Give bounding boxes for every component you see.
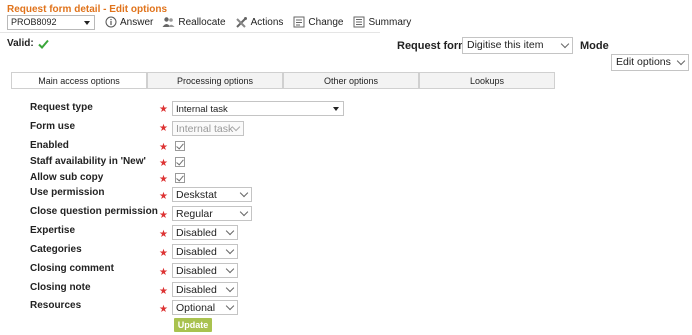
form-use-label: Form use <box>30 121 76 132</box>
required-marker: ★ <box>159 248 168 259</box>
required-marker: ★ <box>159 229 168 240</box>
categories-label: Categories <box>30 244 82 255</box>
expertise-value: Disabled <box>176 227 217 239</box>
summary-label: Summary <box>368 16 412 28</box>
required-marker: ★ <box>159 174 168 185</box>
chevron-down-icon <box>225 301 235 311</box>
staff-availability-label: Staff availability in 'New' <box>30 156 146 167</box>
close-question-permission-value: Regular <box>176 208 213 220</box>
closing-comment-select[interactable]: Disabled <box>172 263 238 278</box>
users-icon <box>162 16 175 29</box>
check-icon <box>37 39 49 49</box>
request-form-select[interactable]: Digitise this item <box>462 37 573 54</box>
request-form-value: Digitise this item <box>467 39 544 51</box>
use-permission-select[interactable]: Deskstat <box>172 187 252 202</box>
closing-comment-value: Disabled <box>176 265 217 277</box>
chevron-down-icon <box>239 188 249 198</box>
mode-label: Mode <box>580 40 609 52</box>
required-marker: ★ <box>159 210 168 221</box>
toolbar: PROB8092 Answer Reallocate Actions Chang… <box>7 14 411 30</box>
record-select[interactable]: PROB8092 <box>7 14 95 30</box>
required-marker: ★ <box>159 267 168 278</box>
staff-availability-checkbox[interactable] <box>175 157 185 167</box>
allow-sub-copy-checkbox[interactable] <box>175 173 185 183</box>
required-marker: ★ <box>159 123 168 134</box>
required-marker: ★ <box>159 142 168 153</box>
chevron-down-icon <box>225 264 235 274</box>
use-permission-value: Deskstat <box>176 189 217 201</box>
required-marker: ★ <box>159 104 168 115</box>
chevron-down-icon <box>225 245 235 255</box>
update-button[interactable]: Update <box>174 318 212 332</box>
close-question-permission-label: Close question permission <box>30 206 158 217</box>
expertise-select[interactable]: Disabled <box>172 225 238 240</box>
header-divider <box>0 32 380 33</box>
tab-bar: Main access options Processing options O… <box>11 72 555 89</box>
tab-underline <box>11 88 555 89</box>
required-marker: ★ <box>159 191 168 202</box>
valid-label: Valid: <box>7 38 34 49</box>
form-use-select[interactable]: Internal task <box>172 121 244 136</box>
tools-icon <box>235 16 248 29</box>
closing-note-value: Disabled <box>176 284 217 296</box>
request-type-label: Request type <box>30 102 93 113</box>
resources-value: Optional <box>176 302 216 314</box>
reallocate-label: Reallocate <box>178 16 226 28</box>
actions-label: Actions <box>250 16 284 28</box>
list-icon <box>352 16 365 29</box>
resources-select[interactable]: Optional <box>172 300 238 315</box>
categories-select[interactable]: Disabled <box>172 244 238 259</box>
info-icon <box>104 16 117 29</box>
enabled-checkbox[interactable] <box>175 141 185 151</box>
form-use-value: Internal task <box>176 123 234 135</box>
required-marker: ★ <box>159 304 168 315</box>
answer-button[interactable]: Answer <box>104 16 153 29</box>
change-button[interactable]: Change <box>292 16 343 29</box>
chevron-down-icon <box>225 226 235 236</box>
tab-main-access-options[interactable]: Main access options <box>11 72 147 89</box>
closing-note-select[interactable]: Disabled <box>172 282 238 297</box>
reallocate-button[interactable]: Reallocate <box>162 16 226 29</box>
actions-button[interactable]: Actions <box>235 16 284 29</box>
enabled-label: Enabled <box>30 140 69 151</box>
mode-select[interactable]: Edit options <box>611 54 689 71</box>
close-question-permission-select[interactable]: Regular <box>172 206 252 221</box>
required-marker: ★ <box>159 158 168 169</box>
allow-sub-copy-label: Allow sub copy <box>30 172 104 183</box>
chevron-down-icon <box>239 207 249 217</box>
closing-comment-label: Closing comment <box>30 263 114 274</box>
change-label: Change <box>308 16 344 28</box>
caret-down-icon <box>333 107 339 111</box>
tab-processing-options[interactable]: Processing options <box>147 72 283 89</box>
closing-note-label: Closing note <box>30 282 91 293</box>
request-type-value: Internal task <box>176 104 228 115</box>
edit-icon <box>292 16 305 29</box>
answer-label: Answer <box>120 16 154 28</box>
request-type-select[interactable]: Internal task <box>172 101 344 116</box>
request-form-label: Request form <box>397 40 468 52</box>
record-id: PROB8092 <box>11 16 57 27</box>
use-permission-label: Use permission <box>30 187 105 198</box>
chevron-down-icon <box>225 283 235 293</box>
valid-status: Valid: <box>7 38 49 49</box>
required-marker: ★ <box>159 286 168 297</box>
caret-down-icon <box>84 20 90 25</box>
categories-value: Disabled <box>176 246 217 258</box>
tab-other-options[interactable]: Other options <box>283 72 419 89</box>
resources-label: Resources <box>30 300 82 311</box>
mode-value: Edit options <box>616 56 671 68</box>
summary-button[interactable]: Summary <box>352 16 411 29</box>
chevron-down-icon <box>676 56 686 66</box>
expertise-label: Expertise <box>30 225 76 236</box>
tab-lookups[interactable]: Lookups <box>419 72 555 89</box>
chevron-down-icon <box>560 39 570 49</box>
